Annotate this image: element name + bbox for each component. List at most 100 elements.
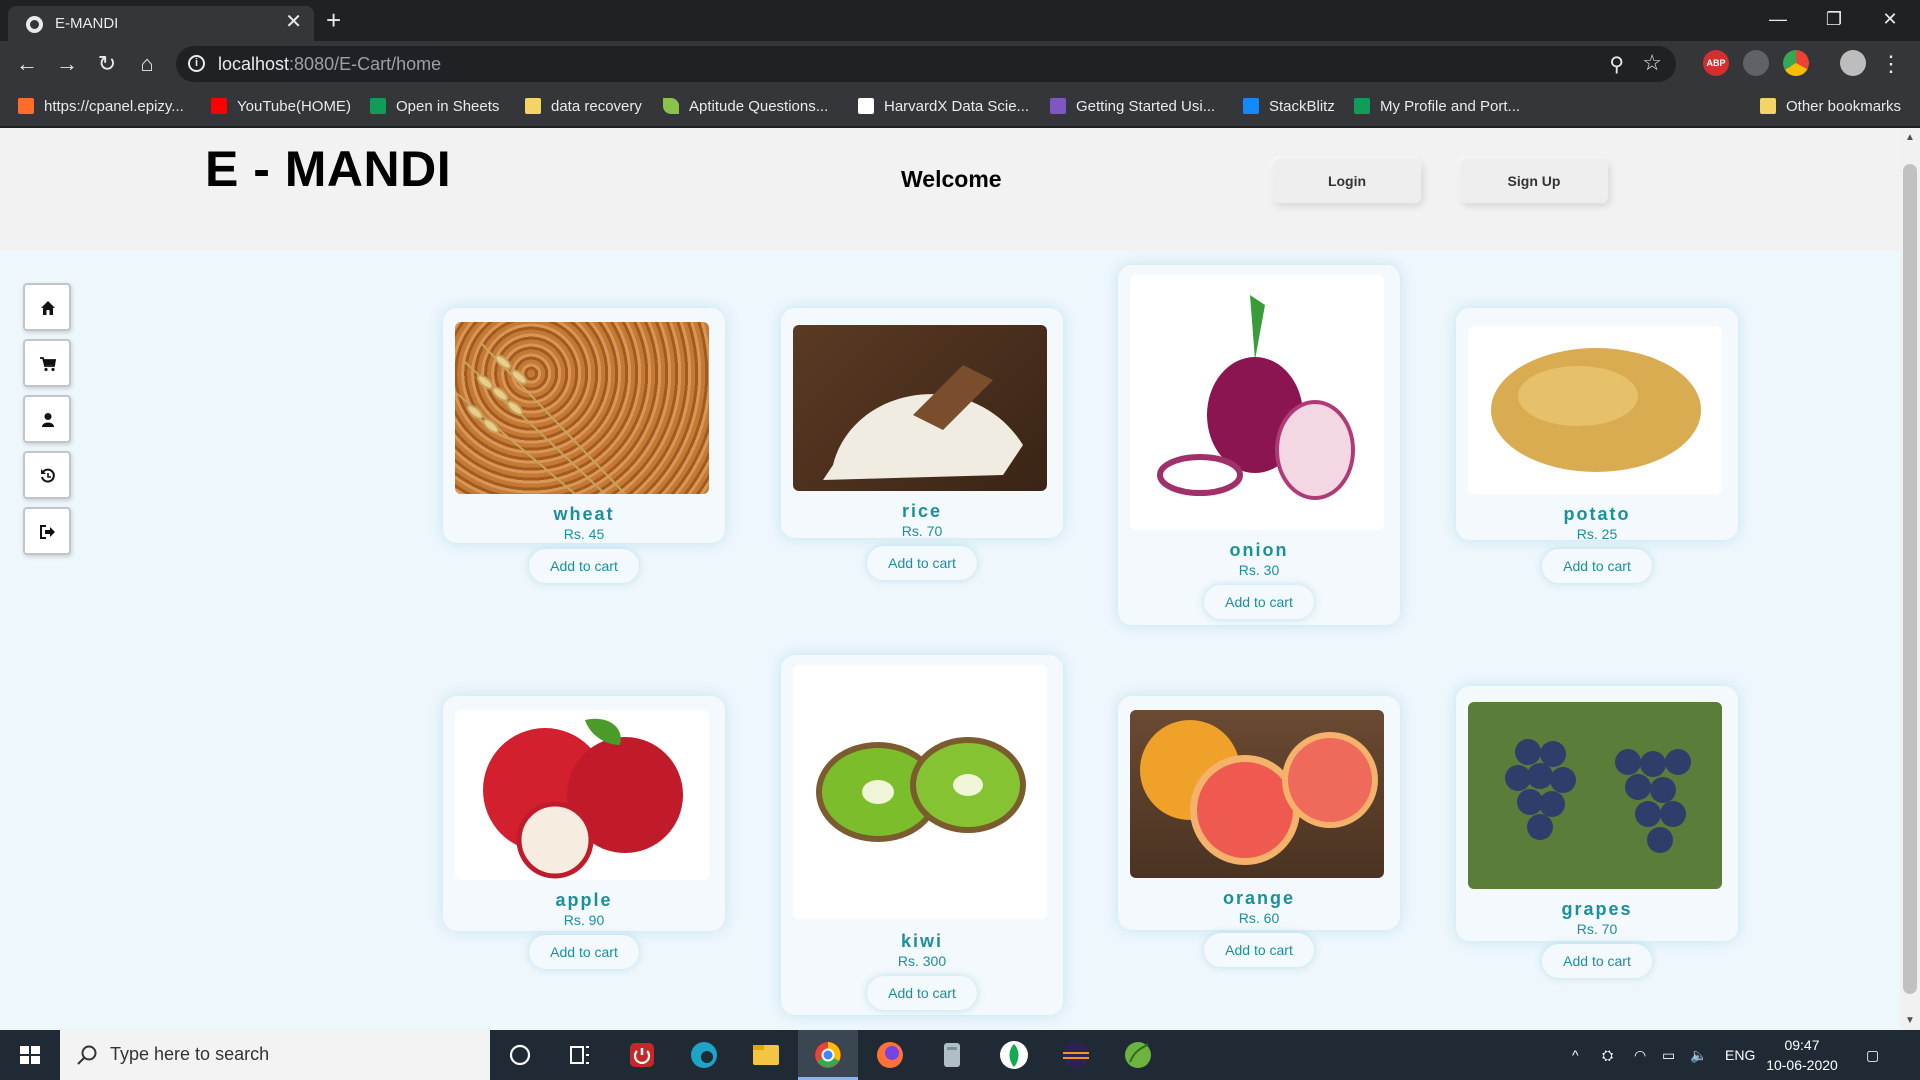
battery-icon[interactable]: ▭ (1662, 1030, 1675, 1080)
product-price: Rs. 300 (897, 953, 947, 969)
logout-icon (40, 525, 55, 539)
cart-nav-button[interactable] (23, 339, 71, 387)
rice-image (793, 325, 1047, 491)
signup-button[interactable]: Sign Up (1460, 159, 1608, 203)
eclipse-ide-icon[interactable] (1046, 1030, 1106, 1080)
brand-logo[interactable]: E - MANDI (205, 140, 451, 198)
mongo-icon (1050, 98, 1066, 114)
start-button[interactable] (0, 1030, 60, 1080)
page-scrollbar[interactable]: ▲ ▼ (1900, 128, 1920, 1030)
minimize-button[interactable]: — (1750, 0, 1806, 41)
product-price: Rs. 30 (1238, 562, 1280, 578)
home-button-icon[interactable]: ⌂ (132, 49, 162, 79)
history-nav-button[interactable] (23, 451, 71, 499)
zoom-icon[interactable]: ⚲ (1609, 52, 1624, 77)
show-hidden-icons-icon[interactable]: ^ (1572, 1030, 1579, 1080)
onion-icon (1157, 295, 1355, 500)
add-to-cart-button[interactable]: Add to cart (529, 549, 639, 583)
logout-nav-button[interactable] (23, 507, 71, 555)
adblock-extension-icon[interactable]: ABP (1703, 50, 1729, 76)
product-name: potato (1563, 504, 1631, 524)
chrome-menu-icon[interactable]: ⋮ (1880, 49, 1902, 79)
add-to-cart-button[interactable]: Add to cart (867, 976, 977, 1010)
product-card-grapes: grapes Rs. 70 (1456, 686, 1738, 941)
spring-tool-icon[interactable] (1108, 1030, 1168, 1080)
notifications-icon[interactable]: ▢ (1866, 1030, 1879, 1080)
browser-toolbar: ← → ↻ ⌂ i localhost:8080/E-Cart/home ⚲ ☆… (0, 41, 1920, 87)
tab-title: E-MANDI (55, 15, 119, 32)
power-app-icon[interactable] (612, 1030, 672, 1080)
product-price: Rs. 60 (1238, 910, 1280, 926)
add-to-cart-button[interactable]: Add to cart (529, 935, 639, 969)
apple-icon (483, 718, 683, 879)
bookmark-aptitude[interactable]: Aptitude Questions... (663, 95, 828, 119)
mongodb-compass-icon[interactable] (984, 1030, 1044, 1080)
rice-pile-icon (823, 365, 1023, 480)
wifi-icon[interactable]: ◠ (1634, 1030, 1646, 1080)
bookmark-data-recovery[interactable]: data recovery (525, 95, 642, 119)
bookmark-harvardx[interactable]: HarvardX Data Scie... (858, 95, 1029, 119)
home-nav-button[interactable] (23, 283, 71, 331)
clock-date: 10-06-2020 (1766, 1057, 1838, 1073)
bookmark-cpanel[interactable]: https://cpanel.epizy... (18, 95, 184, 119)
task-view-icon[interactable] (550, 1030, 610, 1080)
maximize-button[interactable]: ❐ (1806, 0, 1862, 41)
window-close-button[interactable]: ✕ (1862, 0, 1918, 41)
login-button[interactable]: Login (1273, 159, 1421, 203)
profile-nav-button[interactable] (23, 395, 71, 443)
potato-image (1468, 326, 1722, 494)
orange-image (1130, 710, 1384, 878)
bookmark-stackblitz[interactable]: StackBlitz (1243, 95, 1335, 119)
product-card-wheat: wheat Rs. 45 Add to cart (443, 308, 725, 583)
notes-app-icon[interactable] (922, 1030, 982, 1080)
bookmark-getting-started[interactable]: Getting Started Usi... (1050, 95, 1215, 119)
kiwi-image (793, 665, 1047, 919)
bookmark-sheets[interactable]: Open in Sheets (370, 95, 499, 119)
add-to-cart-button[interactable]: Add to cart (1204, 585, 1314, 619)
sheets-icon (1354, 98, 1370, 114)
scrollbar-thumb[interactable] (1903, 164, 1917, 994)
bookmark-youtube[interactable]: YouTube(HOME) (211, 95, 351, 119)
back-arrow-icon[interactable]: ← (12, 49, 42, 79)
edge-browser-icon[interactable] (674, 1030, 734, 1080)
add-to-cart-button[interactable]: Add to cart (1542, 944, 1652, 978)
language-indicator[interactable]: ENG (1725, 1030, 1755, 1080)
bookmark-star-icon[interactable]: ☆ (1642, 50, 1662, 76)
product-price: Rs. 90 (563, 912, 605, 928)
add-to-cart-button[interactable]: Add to cart (1204, 933, 1314, 967)
add-to-cart-button[interactable]: Add to cart (1542, 549, 1652, 583)
address-bar[interactable]: i localhost:8080/E-Cart/home ⚲ ☆ (176, 46, 1676, 82)
product-card-onion: onion Rs. 30 Add to cart (1118, 265, 1400, 625)
product-name: kiwi (900, 931, 943, 951)
taskbar-clock[interactable]: 09:47 10-06-2020 (1762, 1035, 1842, 1075)
bookmark-profile[interactable]: My Profile and Port... (1354, 95, 1520, 119)
taskbar-search[interactable]: Type here to search (60, 1030, 490, 1080)
product-price: Rs. 70 (1576, 921, 1618, 937)
browser-tab[interactable]: E-MANDI ✕ (8, 6, 314, 41)
product-name: apple (555, 890, 613, 910)
cortana-icon[interactable] (490, 1030, 550, 1080)
add-to-cart-button[interactable]: Add to cart (867, 546, 977, 580)
folder-icon (525, 98, 541, 114)
network-settings-icon[interactable]: ⛭ (1602, 1030, 1613, 1080)
other-bookmarks[interactable]: Other bookmarks (1760, 95, 1901, 119)
file-explorer-icon[interactable] (736, 1030, 796, 1080)
extension-icon[interactable] (1743, 50, 1769, 76)
site-info-icon[interactable]: i (188, 55, 205, 72)
close-tab-icon[interactable]: ✕ (285, 12, 302, 32)
reload-icon[interactable]: ↻ (92, 49, 122, 79)
windows-logo-icon (20, 1046, 40, 1064)
new-tab-button[interactable]: + (326, 6, 341, 34)
wheat-image (455, 322, 709, 494)
volume-icon[interactable]: 🔈 (1690, 1030, 1707, 1080)
color-extension-icon[interactable] (1783, 50, 1809, 76)
url-text[interactable]: localhost:8080/E-Cart/home (218, 54, 441, 75)
scroll-up-icon[interactable]: ▲ (1900, 132, 1920, 143)
firefox-icon[interactable] (860, 1030, 920, 1080)
product-name: rice (901, 501, 943, 521)
chrome-taskbar-icon[interactable] (798, 1030, 858, 1080)
scroll-down-icon[interactable]: ▼ (1900, 1015, 1920, 1026)
sheets-icon (370, 98, 386, 114)
profile-avatar-icon[interactable] (1840, 50, 1866, 76)
forward-arrow-icon[interactable]: → (52, 49, 82, 79)
